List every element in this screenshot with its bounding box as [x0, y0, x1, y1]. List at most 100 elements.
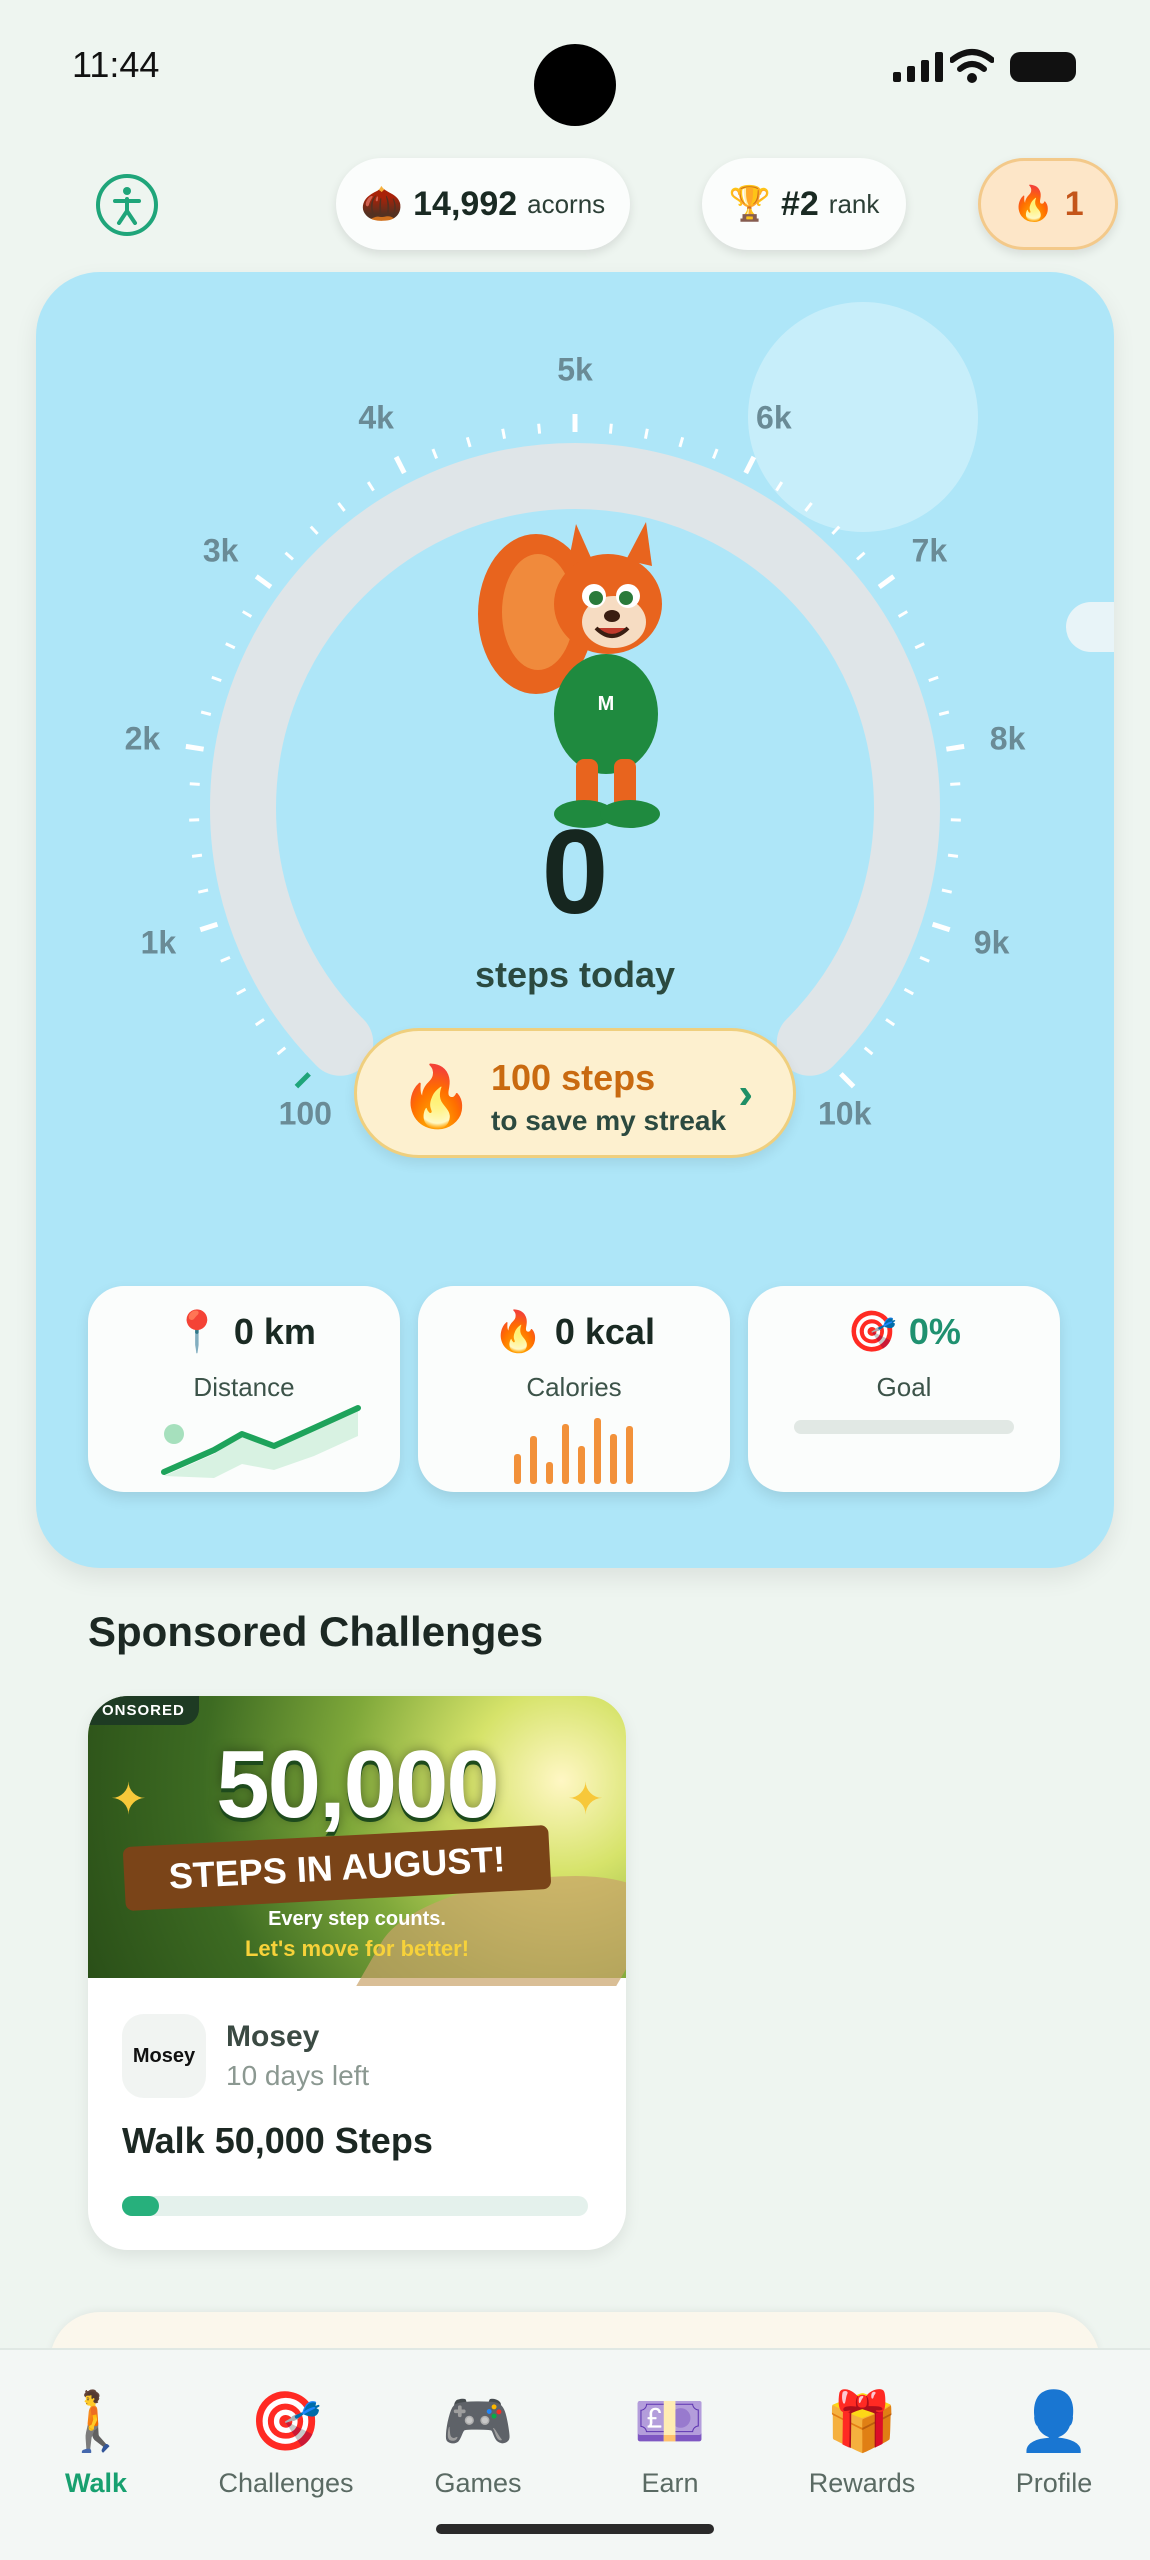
- challenge-progress-track: [122, 2196, 588, 2216]
- gauge-tick: [276, 1046, 287, 1056]
- gauge-tick: [839, 1072, 856, 1089]
- rank-value: #2: [780, 184, 819, 223]
- rank-pill[interactable]: 🏆 #2 rank: [702, 158, 906, 250]
- gauge-tick: [254, 1018, 265, 1027]
- gauge-tick: [431, 448, 438, 459]
- target-icon: 🎯: [847, 1310, 897, 1354]
- challenge-banner: ONSORED ✦ ✦ 50,000 STEPS IN AUGUST! Ever…: [88, 1696, 626, 1986]
- calories-bars: [514, 1418, 633, 1484]
- gauge-tick-label: 10k: [818, 1095, 872, 1132]
- streak-steps-needed: 100 steps: [491, 1057, 656, 1098]
- distance-stat-card[interactable]: 📍 0 km Distance: [88, 1286, 400, 1492]
- gauge-tick: [189, 782, 200, 786]
- home-indicator: [436, 2524, 714, 2534]
- gauge-tick: [877, 574, 896, 590]
- gauge-tick: [211, 675, 222, 683]
- walking-person-icon: [113, 187, 141, 225]
- camera-cutout: [534, 44, 616, 126]
- gauge-tick: [254, 574, 273, 590]
- gauge-tick: [309, 525, 319, 535]
- nav-earn[interactable]: 💷 Earn: [580, 2390, 760, 2499]
- fire-icon: 🔥: [1012, 185, 1055, 223]
- gauge-tick: [465, 436, 472, 448]
- gauge-tick: [643, 428, 649, 439]
- streak-value: 1: [1064, 184, 1084, 223]
- nav-label: Walk: [64, 2468, 127, 2498]
- gift-icon: 🎁: [825, 2389, 899, 2454]
- acorns-unit: acorns: [527, 188, 606, 219]
- gauge-tick-label: 4k: [358, 399, 394, 436]
- gauge-tick: [366, 481, 375, 492]
- trophy-icon: 🏆: [728, 185, 771, 223]
- challenge-name: Walk 50,000 Steps: [122, 2120, 433, 2161]
- gauge-tick: [914, 642, 925, 650]
- gauge-tick: [501, 428, 507, 439]
- steps-label: steps today: [474, 954, 676, 995]
- squirrel-mascot: M: [478, 522, 662, 828]
- battery-icon: [1010, 52, 1076, 82]
- distance-sparkline: [161, 1405, 361, 1478]
- banner-tagline-2: Let's move for better!: [244, 1936, 470, 1961]
- gauge-tick: [225, 642, 236, 650]
- challenge-card[interactable]: ONSORED ✦ ✦ 50,000 STEPS IN AUGUST! Ever…: [88, 1696, 626, 2250]
- gauge-tick-label: 3k: [202, 532, 239, 569]
- nav-challenges[interactable]: 🎯 Challenges: [196, 2390, 376, 2499]
- streak-subtitle: to save my streak: [491, 1105, 727, 1136]
- sponsored-section-title: Sponsored Challenges: [88, 1608, 544, 1655]
- signal-icon: [893, 52, 943, 82]
- nav-label: Challenges: [218, 2468, 354, 2498]
- nav-rewards[interactable]: 🎁 Rewards: [772, 2390, 952, 2499]
- acorns-pill[interactable]: 🌰 14,992 acorns: [336, 158, 630, 250]
- status-bar: 11:44: [0, 0, 1150, 130]
- gauge-tick: [831, 525, 841, 535]
- gauge-tick-label: 7k: [911, 532, 948, 569]
- acorns-value: 14,992: [413, 184, 518, 223]
- nav-games[interactable]: 🎮 Games: [388, 2390, 568, 2499]
- nav-profile[interactable]: 👤 Profile: [964, 2390, 1144, 2499]
- goal-progress-track: [794, 1420, 1014, 1434]
- days-left: 10 days left: [226, 2060, 370, 2091]
- banknote-icon: 💷: [633, 2389, 707, 2454]
- gauge-tick: [945, 743, 965, 752]
- gauge-tick: [185, 743, 205, 752]
- gauge-tick: [897, 610, 909, 618]
- rank-unit: rank: [828, 188, 880, 219]
- nav-label: Games: [434, 2468, 522, 2498]
- gauge-tick: [804, 502, 813, 512]
- nav-label: Earn: [641, 2468, 699, 2498]
- gauge-tick: [863, 1046, 874, 1056]
- gauge-tick: [950, 782, 961, 786]
- banner-number: 50,000: [216, 1731, 500, 1838]
- gauge-tick: [775, 481, 784, 492]
- acorn-icon: 🌰: [360, 185, 404, 223]
- brand-name: Mosey: [226, 2020, 320, 2053]
- gamepad-icon: 🎮: [441, 2389, 515, 2454]
- gauge-tick: [200, 710, 212, 716]
- gauge-tick: [678, 436, 685, 448]
- walking-mode-button[interactable]: [96, 174, 158, 236]
- calories-stat-card[interactable]: 🔥 0 kcal Calories: [418, 1286, 730, 1492]
- steps-card: 100 1k 2k 3k 4k 5k 6k 7k 8k 9k 10k M 0 steps today…: [36, 272, 1114, 1568]
- goal-value: 0%: [908, 1310, 961, 1352]
- nav-label: Rewards: [808, 2468, 916, 2498]
- save-streak-button[interactable]: 🔥 100 steps to save my streak ›: [354, 1028, 796, 1158]
- gauge-tick-label: 5k: [557, 351, 593, 388]
- gauge-tick: [294, 1072, 311, 1089]
- streak-pill[interactable]: 🔥 1: [978, 158, 1118, 250]
- gauge-tick: [241, 610, 253, 618]
- status-time: 11:44: [72, 44, 160, 85]
- sponsored-badge: ONSORED: [88, 1696, 199, 1725]
- gauge-tick-label: 8k: [989, 720, 1026, 757]
- brand-logo: Mosey: [122, 2014, 206, 2098]
- gauge-tick: [284, 551, 294, 561]
- gauge-tick: [928, 675, 939, 683]
- walk-icon: 🚶: [59, 2389, 133, 2454]
- gauge-tick: [885, 1018, 896, 1027]
- nav-walk[interactable]: 🚶 Walk: [6, 2390, 186, 2499]
- gauge-tick-label: 2k: [124, 720, 161, 757]
- banner-tagline-1: Every step counts.: [268, 1908, 446, 1930]
- goal-label: Goal: [876, 1372, 932, 1402]
- goal-stat-card[interactable]: 🎯 0% Goal: [748, 1286, 1060, 1492]
- gauge-tick: [337, 502, 346, 512]
- wifi-icon: [950, 49, 994, 83]
